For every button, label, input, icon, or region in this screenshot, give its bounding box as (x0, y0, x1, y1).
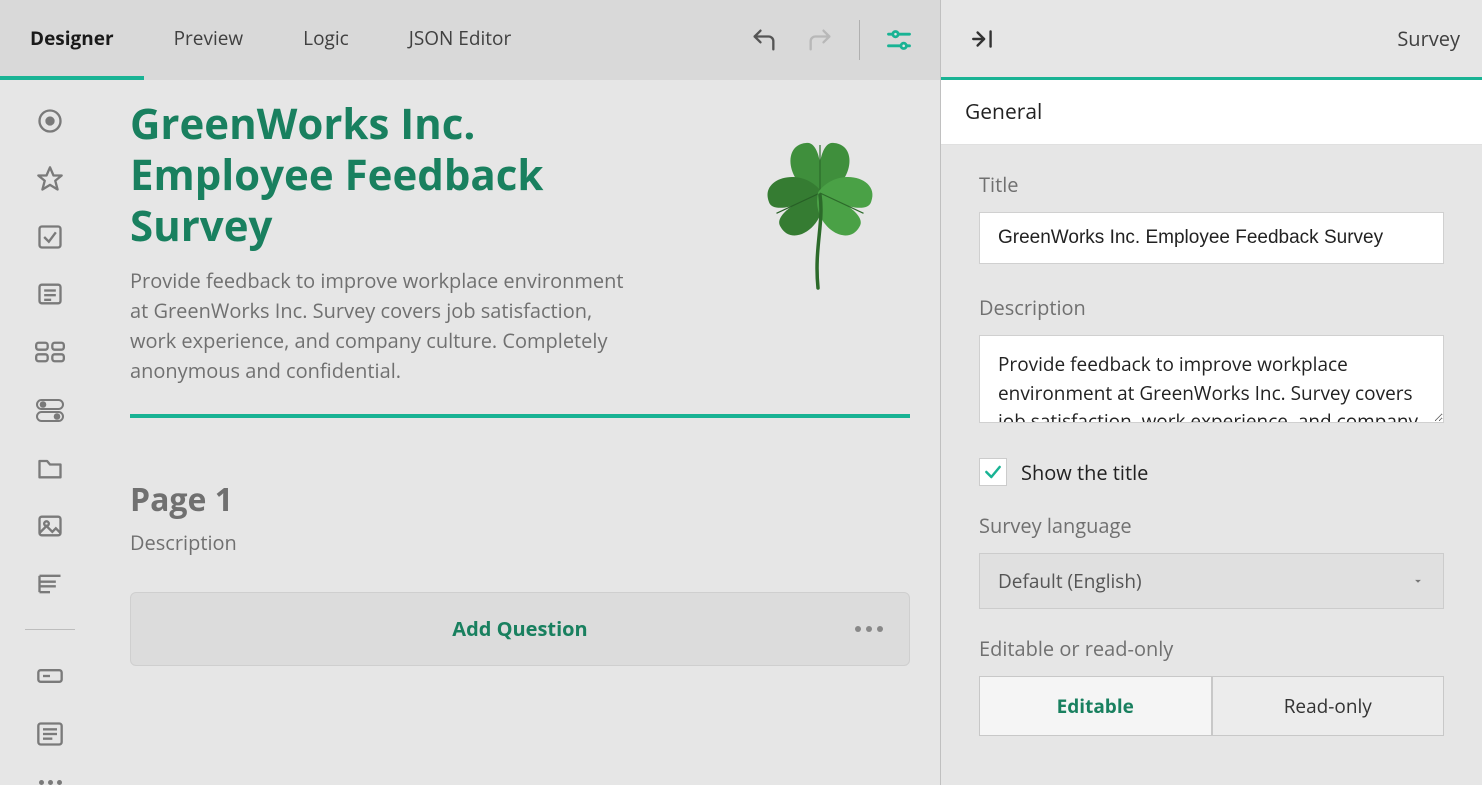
survey-logo[interactable] (730, 98, 910, 308)
show-title-label: Show the title (1021, 459, 1148, 486)
collapse-panel-button[interactable] (963, 19, 1003, 59)
toolbox (0, 80, 100, 785)
survey-description[interactable]: Provide feedback to improve workplace en… (130, 266, 640, 386)
chevron-down-icon (1411, 568, 1425, 594)
title-field-label: Title (979, 171, 1444, 198)
toolbox-dropdown-icon[interactable] (32, 278, 68, 310)
language-selected-value: Default (English) (998, 568, 1142, 594)
toolbox-file-icon[interactable] (32, 452, 68, 484)
toolbar-separator (859, 20, 860, 60)
toolbox-checkbox-icon[interactable] (32, 221, 68, 253)
language-select[interactable]: Default (English) (979, 553, 1444, 609)
mode-editable-button[interactable]: Editable (979, 676, 1212, 736)
toolbox-matrix-icon[interactable] (32, 336, 68, 368)
toolbox-radiogroup-icon[interactable] (32, 105, 68, 137)
property-breadcrumb[interactable]: Survey (1397, 25, 1460, 52)
survey-header[interactable]: GreenWorks Inc. Employee Feedback Survey… (130, 98, 910, 418)
tab-logic[interactable]: Logic (273, 0, 379, 80)
toolbox-comment-icon[interactable] (32, 568, 68, 600)
page-description-placeholder[interactable]: Description (130, 529, 910, 556)
redo-button[interactable] (797, 17, 843, 63)
description-field-label: Description (979, 294, 1444, 321)
toolbox-boolean-icon[interactable] (32, 394, 68, 426)
toolbox-divider (25, 629, 75, 630)
mode-segmented: Editable Read-only (979, 676, 1444, 736)
tab-preview[interactable]: Preview (144, 0, 274, 80)
language-field-label: Survey language (979, 512, 1444, 539)
toolbox-image-icon[interactable] (32, 510, 68, 542)
toolbar (741, 0, 940, 80)
settings-toggle-button[interactable] (876, 17, 922, 63)
toolbox-more-button[interactable] (39, 776, 62, 785)
description-input[interactable] (979, 335, 1444, 423)
design-canvas: GreenWorks Inc. Employee Feedback Survey… (100, 80, 940, 785)
section-general-header[interactable]: General (941, 80, 1482, 145)
add-question-button[interactable]: Add Question (130, 592, 910, 666)
tab-json-editor[interactable]: JSON Editor (379, 0, 542, 80)
add-question-more-button[interactable] (855, 626, 883, 632)
page-block[interactable]: Page 1 Description Add Question (130, 478, 910, 666)
mode-readonly-button[interactable]: Read-only (1212, 676, 1445, 736)
toolbox-rating-icon[interactable] (32, 163, 68, 195)
show-title-checkbox[interactable] (979, 458, 1007, 486)
section-general-body: Title Description Show the title (941, 145, 1482, 496)
property-panel: Survey General Title Description Show th… (940, 0, 1482, 785)
toolbox-multiline-icon[interactable] (32, 718, 68, 750)
main-tabs: Designer Preview Logic JSON Editor (0, 0, 541, 80)
add-question-label: Add Question (452, 615, 587, 642)
title-input[interactable] (979, 212, 1444, 264)
survey-title[interactable]: GreenWorks Inc. Employee Feedback Survey (130, 98, 670, 252)
property-panel-header: Survey (941, 0, 1482, 80)
page-title[interactable]: Page 1 (130, 478, 910, 521)
undo-button[interactable] (741, 17, 787, 63)
topbar: Designer Preview Logic JSON Editor (0, 0, 940, 80)
toolbox-singleline-icon[interactable] (32, 660, 68, 692)
tab-designer[interactable]: Designer (0, 0, 144, 80)
mode-field-label: Editable or read-only (979, 635, 1444, 662)
